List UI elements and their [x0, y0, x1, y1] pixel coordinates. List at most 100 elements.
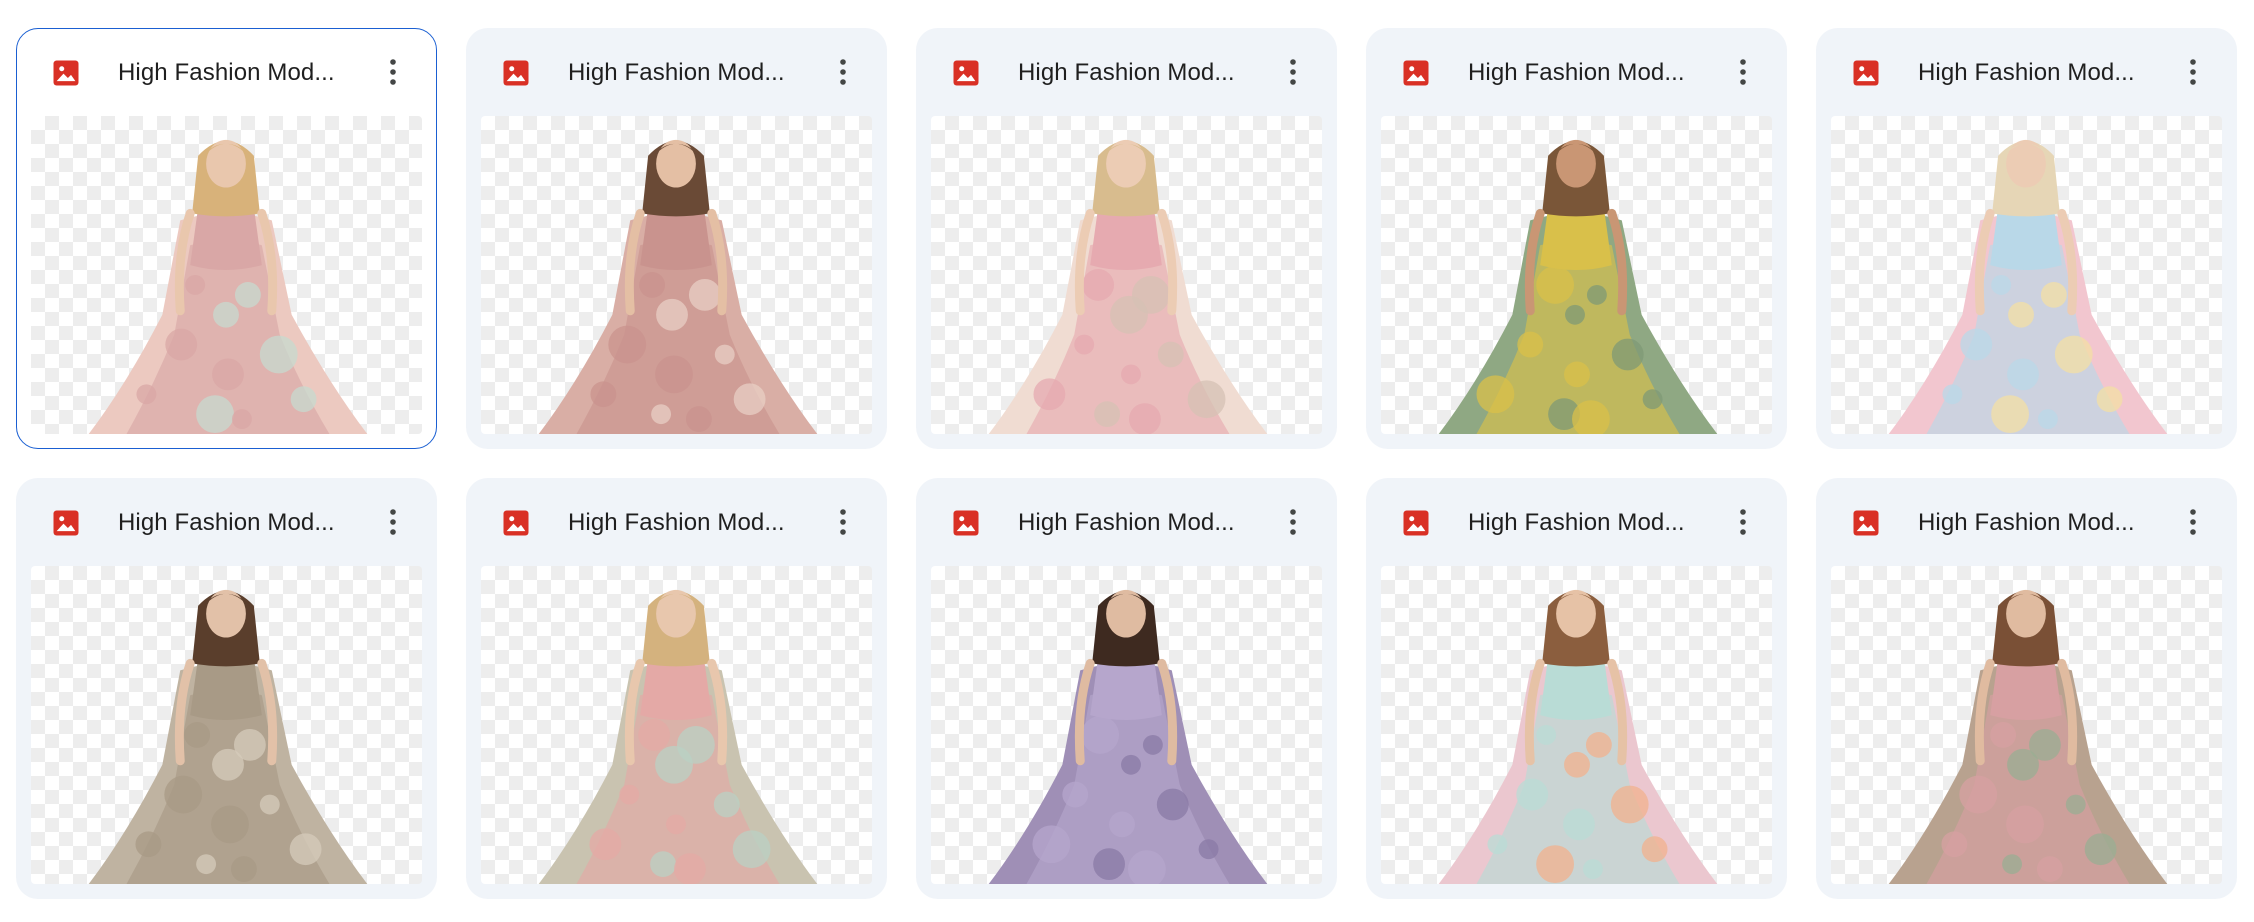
ruffle-detail: [2008, 301, 2034, 328]
file-card-4[interactable]: High Fashion Mod...: [1366, 28, 1787, 449]
file-name[interactable]: High Fashion Mod...: [118, 29, 356, 116]
file-name[interactable]: High Fashion Mod...: [1468, 479, 1706, 566]
ruffle-detail: [2065, 794, 2086, 815]
ruffle-detail: [2096, 386, 2123, 413]
ruffle-detail: [2007, 358, 2039, 391]
ruffle-detail: [590, 381, 617, 408]
file-thumbnail[interactable]: [1381, 566, 1772, 884]
file-card-1[interactable]: High Fashion Mod...: [16, 28, 437, 449]
ruffle-detail: [165, 328, 198, 361]
ruffle-detail: [1582, 859, 1603, 880]
more-options-button[interactable]: [2172, 51, 2214, 93]
file-thumbnail[interactable]: [31, 116, 422, 434]
model-figure-image: [538, 139, 818, 434]
image-file-icon: [1851, 508, 1881, 538]
file-name[interactable]: High Fashion Mod...: [1468, 29, 1706, 116]
ruffle-detail: [619, 784, 640, 805]
model-figure-image: [988, 589, 1268, 884]
ruffle-detail: [1033, 378, 1066, 411]
ruffle-detail: [1564, 751, 1590, 778]
file-card-10[interactable]: High Fashion Mod...: [1816, 478, 2237, 899]
file-thumbnail[interactable]: [31, 566, 422, 884]
file-card-header: High Fashion Mod...: [1367, 479, 1786, 566]
ruffle-detail: [1960, 328, 1993, 361]
file-name[interactable]: High Fashion Mod...: [568, 479, 806, 566]
more-options-button[interactable]: [1272, 501, 1314, 543]
more-options-button[interactable]: [822, 501, 864, 543]
image-file-icon: [51, 508, 81, 538]
file-card-header: High Fashion Mod...: [1817, 29, 2236, 116]
file-card-8[interactable]: High Fashion Mod...: [916, 478, 1337, 899]
ruffle-detail: [2006, 805, 2044, 844]
ruffle-detail: [196, 395, 234, 434]
file-card-6[interactable]: High Fashion Mod...: [16, 478, 437, 899]
ruffle-detail: [1156, 788, 1189, 821]
more-options-button[interactable]: [372, 51, 414, 93]
file-name[interactable]: High Fashion Mod...: [1918, 479, 2156, 566]
file-name[interactable]: High Fashion Mod...: [118, 479, 356, 566]
more-options-button[interactable]: [1722, 501, 1764, 543]
ruffle-detail: [656, 298, 688, 331]
ruffle-detail: [259, 794, 280, 815]
file-thumbnail[interactable]: [1381, 116, 1772, 434]
file-card-3[interactable]: High Fashion Mod...: [916, 28, 1337, 449]
file-thumbnail[interactable]: [481, 566, 872, 884]
ruffle-detail: [1094, 401, 1121, 428]
ruffle-detail: [136, 384, 157, 405]
ruffle-detail: [714, 344, 735, 365]
file-card-7[interactable]: High Fashion Mod...: [466, 478, 887, 899]
ruffle-detail: [2054, 335, 2093, 374]
ruffle-detail: [1586, 284, 1607, 305]
ruffle-detail: [1642, 389, 1663, 410]
ruffle-detail: [211, 805, 249, 844]
ruffle-detail: [1487, 834, 1508, 855]
more-vert-icon: [1290, 59, 1296, 85]
file-card-9[interactable]: High Fashion Mod...: [1366, 478, 1787, 899]
file-thumbnail[interactable]: [931, 566, 1322, 884]
more-options-button[interactable]: [2172, 501, 2214, 543]
ruffle-detail: [685, 406, 712, 433]
ruffle-detail: [2037, 409, 2058, 430]
file-name[interactable]: High Fashion Mod...: [1918, 29, 2156, 116]
more-options-button[interactable]: [1722, 51, 1764, 93]
ruffle-detail: [589, 828, 622, 861]
ruffle-detail: [1082, 269, 1115, 301]
ruffle-detail: [1990, 722, 2017, 748]
more-vert-icon: [390, 59, 396, 85]
ruffle-detail: [1121, 364, 1141, 385]
more-vert-icon: [840, 509, 846, 535]
file-thumbnail[interactable]: [481, 116, 872, 434]
image-file-icon: [951, 58, 981, 88]
file-name[interactable]: High Fashion Mod...: [568, 29, 806, 116]
ruffle-detail: [688, 278, 721, 311]
file-thumbnail[interactable]: [1831, 566, 2222, 884]
ruffle-detail: [1110, 295, 1148, 334]
image-file-icon: [1401, 508, 1431, 538]
file-thumbnail[interactable]: [931, 116, 1322, 434]
file-name[interactable]: High Fashion Mod...: [1018, 479, 1256, 566]
ruffle-detail: [1610, 785, 1649, 824]
ruffle-detail: [1062, 781, 1089, 808]
ruffle-detail: [2040, 281, 2067, 308]
file-card-5[interactable]: High Fashion Mod...: [1816, 28, 2237, 449]
ruffle-detail: [184, 722, 211, 748]
ruffle-detail: [1128, 403, 1161, 434]
file-card-header: High Fashion Mod...: [1817, 479, 2236, 566]
image-file-icon: [51, 58, 81, 88]
file-card-header: High Fashion Mod...: [17, 29, 436, 116]
file-card-2[interactable]: High Fashion Mod...: [466, 28, 887, 449]
file-thumbnail[interactable]: [1831, 116, 2222, 434]
image-file-icon: [501, 58, 531, 88]
more-options-button[interactable]: [372, 501, 414, 543]
more-options-button[interactable]: [1272, 51, 1314, 93]
file-name[interactable]: High Fashion Mod...: [1018, 29, 1256, 116]
ruffle-detail: [185, 275, 206, 295]
more-vert-icon: [2190, 509, 2196, 535]
ruffle-detail: [650, 851, 677, 878]
model-figure-image: [1888, 139, 2168, 434]
ruffle-detail: [655, 355, 693, 394]
more-vert-icon: [1290, 509, 1296, 535]
image-file-icon: [1401, 58, 1431, 88]
more-options-button[interactable]: [822, 51, 864, 93]
ruffle-detail: [733, 383, 766, 416]
